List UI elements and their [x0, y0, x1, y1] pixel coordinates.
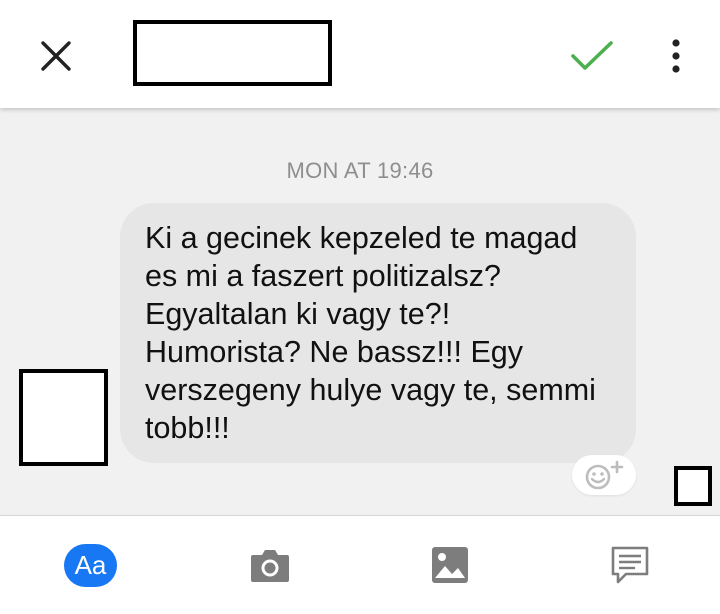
composer-bar: Aa — [0, 515, 720, 614]
add-reaction-button[interactable] — [572, 455, 636, 495]
camera-button[interactable] — [246, 540, 294, 590]
close-icon — [41, 41, 71, 71]
text-input-button[interactable]: Aa — [64, 544, 117, 587]
more-vertical-icon — [672, 39, 680, 73]
message-line: Egyaltalan ki vagy te?! — [145, 297, 451, 331]
message-line: tobb!!! — [145, 411, 230, 445]
message-button[interactable] — [606, 540, 654, 590]
confirm-button[interactable] — [562, 28, 622, 84]
message-bubble[interactable]: Ki a gecinek kepzeled te magad es mi a f… — [120, 203, 636, 463]
gallery-button[interactable] — [426, 540, 474, 590]
checkmark-icon — [571, 41, 613, 70]
message-icon — [611, 546, 649, 584]
camera-icon — [251, 550, 289, 582]
image-icon — [432, 547, 468, 583]
add-reaction-icon — [585, 460, 624, 490]
app: MON AT 19:46 Ki a gecinek kepzeled te ma… — [0, 0, 720, 614]
message-timestamp: MON AT 19:46 — [286, 158, 434, 183]
message-line: verszegeny hulye vagy te, semmi — [145, 373, 596, 407]
redacted-contact-name — [133, 20, 332, 86]
message-line: Humorista? Ne bassz!!! Egy — [145, 335, 524, 369]
more-options-button[interactable] — [654, 28, 698, 84]
redacted-seen-indicator — [674, 466, 712, 506]
message-line: Ki a gecinek kepzeled te magad — [145, 221, 578, 255]
top-bar — [0, 0, 720, 108]
message-line: es mi a faszert politizalsz? — [145, 259, 501, 293]
redacted-avatar — [19, 369, 108, 466]
close-button[interactable] — [28, 28, 84, 84]
